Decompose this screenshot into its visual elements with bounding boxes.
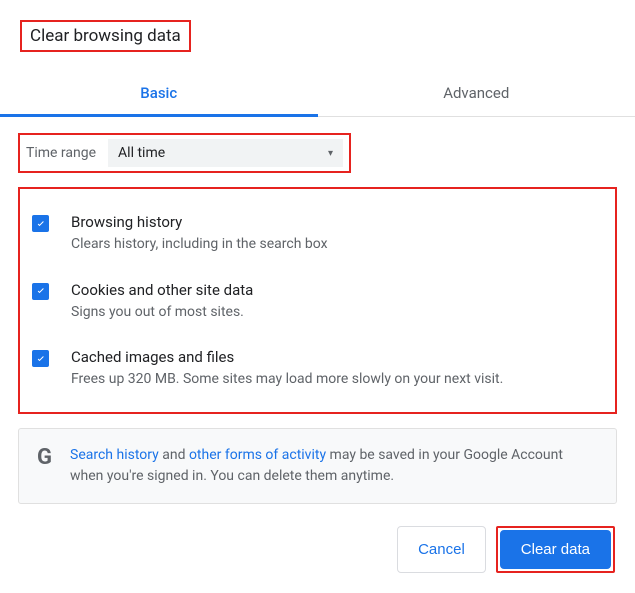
info-text: Search history and other forms of activi… xyxy=(70,445,598,487)
chevron-down-icon: ▾ xyxy=(328,148,333,159)
option-cached: Cached images and files Frees up 320 MB.… xyxy=(28,342,607,394)
option-browsing-history: Browsing history Clears history, includi… xyxy=(28,207,607,275)
checkbox-cookies[interactable] xyxy=(32,283,49,300)
option-title: Browsing history xyxy=(71,213,603,231)
options-list: Browsing history Clears history, includi… xyxy=(18,187,617,414)
tab-basic[interactable]: Basic xyxy=(0,70,318,116)
option-title: Cookies and other site data xyxy=(71,281,603,299)
dialog-title: Clear browsing data xyxy=(20,20,191,52)
time-range-select[interactable]: All time ▾ xyxy=(108,139,343,167)
check-icon xyxy=(35,353,47,365)
time-range-row: Time range All time ▾ xyxy=(18,133,351,173)
check-icon xyxy=(35,218,47,230)
check-icon xyxy=(35,285,47,297)
cancel-button[interactable]: Cancel xyxy=(397,526,486,573)
option-title: Cached images and files xyxy=(71,348,603,366)
google-account-info: G Search history and other forms of acti… xyxy=(18,428,617,504)
search-history-link[interactable]: Search history xyxy=(70,447,159,463)
google-logo-icon: G xyxy=(37,447,52,469)
option-desc: Signs you out of most sites. xyxy=(71,303,603,323)
other-activity-link[interactable]: other forms of activity xyxy=(189,447,326,463)
time-range-label: Time range xyxy=(26,145,96,161)
checkbox-cached[interactable] xyxy=(32,350,49,367)
clear-browsing-data-dialog: Clear browsing data Basic Advanced Time … xyxy=(0,0,635,504)
clear-data-button[interactable]: Clear data xyxy=(500,530,611,569)
clear-data-highlight: Clear data xyxy=(496,526,615,573)
option-desc: Frees up 320 MB. Some sites may load mor… xyxy=(71,370,603,390)
option-desc: Clears history, including in the search … xyxy=(71,235,603,255)
option-cookies: Cookies and other site data Signs you ou… xyxy=(28,275,607,343)
tab-advanced[interactable]: Advanced xyxy=(318,70,635,116)
tabs: Basic Advanced xyxy=(0,70,635,117)
time-range-value: All time xyxy=(118,145,165,161)
dialog-footer: Cancel Clear data xyxy=(397,526,615,573)
checkbox-browsing-history[interactable] xyxy=(32,215,49,232)
